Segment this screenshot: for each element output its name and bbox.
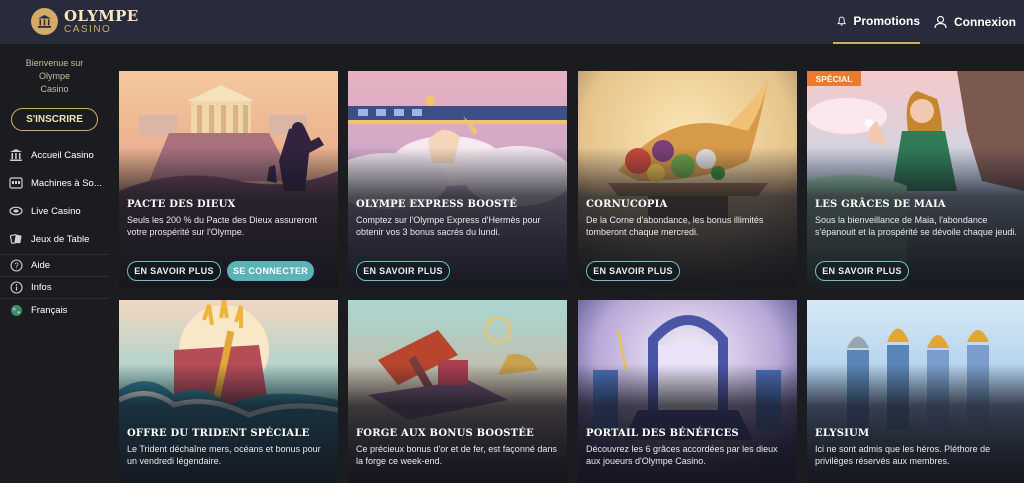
temple-icon: [9, 148, 23, 162]
card-title: FORGE AUX BONUS BOOSTÉE: [356, 428, 534, 439]
sidebar-divider: [0, 254, 109, 255]
card-description: Le Trident déchaîne mers, océans et bonu…: [127, 444, 321, 466]
learn-more-button[interactable]: EN SAVOIR PLUS: [127, 261, 221, 281]
learn-more-button[interactable]: EN SAVOIR PLUS: [815, 261, 909, 281]
sidebar-item-live-casino[interactable]: Live Casino: [0, 200, 109, 222]
promo-card-portail[interactable]: PORTAIL DES BÉNÉFICES Découvrez les 6 gr…: [578, 300, 797, 483]
sidebar-item-jeux-de-table[interactable]: Jeux de Table: [0, 228, 109, 250]
sidebar-item-machines[interactable]: Machines à So...: [0, 172, 109, 194]
special-badge: SPÉCIAL: [807, 71, 861, 86]
card-description: Ici ne sont admis que les héros. Pléthor…: [815, 444, 991, 466]
card-title: PORTAIL DES BÉNÉFICES: [586, 428, 739, 439]
live-icon: [9, 204, 23, 218]
promo-card-elysium[interactable]: ELYSIUM Ici ne sont admis que les héros.…: [807, 300, 1024, 483]
promo-card-olympe-express[interactable]: OLYMPE EXPRESS BOOSTÉ Comptez sur l'Olym…: [348, 71, 567, 289]
card-title: ELYSIUM: [815, 428, 870, 439]
globe-icon: [9, 303, 23, 317]
card-description: Comptez sur l'Olympe Express d'Hermès po…: [356, 215, 541, 237]
signup-button[interactable]: S'INSCRIRE: [11, 108, 98, 131]
card-title: OFFRE DU TRIDENT SPÉCIALE: [127, 428, 310, 439]
nav-login[interactable]: Connexion: [934, 0, 1016, 44]
welcome-text: Bienvenue sur Olympe Casino: [25, 58, 84, 94]
learn-more-button[interactable]: EN SAVOIR PLUS: [586, 261, 680, 281]
promo-card-trident[interactable]: OFFRE DU TRIDENT SPÉCIALE Le Trident déc…: [119, 300, 338, 483]
card-title: LES GRÂCES DE MAIA: [815, 199, 946, 210]
sidebar-item-accueil[interactable]: Accueil Casino: [0, 144, 109, 166]
temple-logo-icon: [31, 8, 58, 35]
card-description: Sous la bienveillance de Maia, l'abondan…: [815, 215, 1017, 237]
nav-promotions[interactable]: Promotions: [833, 0, 920, 44]
card-title: CORNUCOPIA: [586, 199, 668, 210]
bell-icon: [837, 16, 847, 26]
sidebar-item-aide[interactable]: ? Aide: [0, 257, 109, 273]
sidebar-item-language[interactable]: Français: [0, 302, 109, 318]
promo-card-forge[interactable]: FORGE AUX BONUS BOOSTÉE Ce précieux bonu…: [348, 300, 567, 483]
promo-card-graces-de-maia[interactable]: SPÉCIAL LES GRÂCES DE MAIA Sous la bienv…: [807, 71, 1024, 289]
card-description: Seuls les 200 % du Pacte des Dieux assur…: [127, 215, 318, 237]
card-title: OLYMPE EXPRESS BOOSTÉ: [356, 199, 518, 210]
casino-logo[interactable]: OLYMPE CASINO: [31, 8, 138, 35]
learn-more-button[interactable]: EN SAVOIR PLUS: [356, 261, 450, 281]
help-icon: ?: [9, 258, 23, 272]
user-icon: [934, 15, 947, 29]
sidebar: Bienvenue sur Olympe Casino S'INSCRIRE A…: [0, 44, 109, 483]
promo-card-cornucopia[interactable]: CORNUCOPIA De la Corne d'abondance, les …: [578, 71, 797, 289]
card-title: PACTE DES DIEUX: [127, 199, 236, 210]
svg-text:?: ?: [14, 261, 19, 270]
sidebar-divider: [0, 276, 109, 277]
slot-machine-icon: [9, 176, 23, 190]
top-header: OLYMPE CASINO Promotions Connexion: [0, 0, 1024, 44]
card-description: Ce précieux bonus d'or et de fer, est fa…: [356, 444, 557, 466]
login-button[interactable]: SE CONNECTER: [227, 261, 314, 281]
table-games-icon: [9, 232, 23, 246]
promo-card-pacte-des-dieux[interactable]: PACTE DES DIEUX Seuls les 200 % du Pacte…: [119, 71, 338, 289]
brand-name: OLYMPE: [64, 6, 139, 25]
brand-subtitle: CASINO: [64, 23, 112, 35]
sidebar-divider: [0, 298, 109, 299]
info-icon: [9, 280, 23, 294]
nav-login-label: Connexion: [954, 15, 1016, 29]
sidebar-item-infos[interactable]: Infos: [0, 279, 109, 295]
card-description: De la Corne d'abondance, les bonus illim…: [586, 215, 764, 237]
nav-promotions-label: Promotions: [853, 14, 920, 28]
card-description: Découvrez les 6 grâces accordées par les…: [586, 444, 778, 466]
